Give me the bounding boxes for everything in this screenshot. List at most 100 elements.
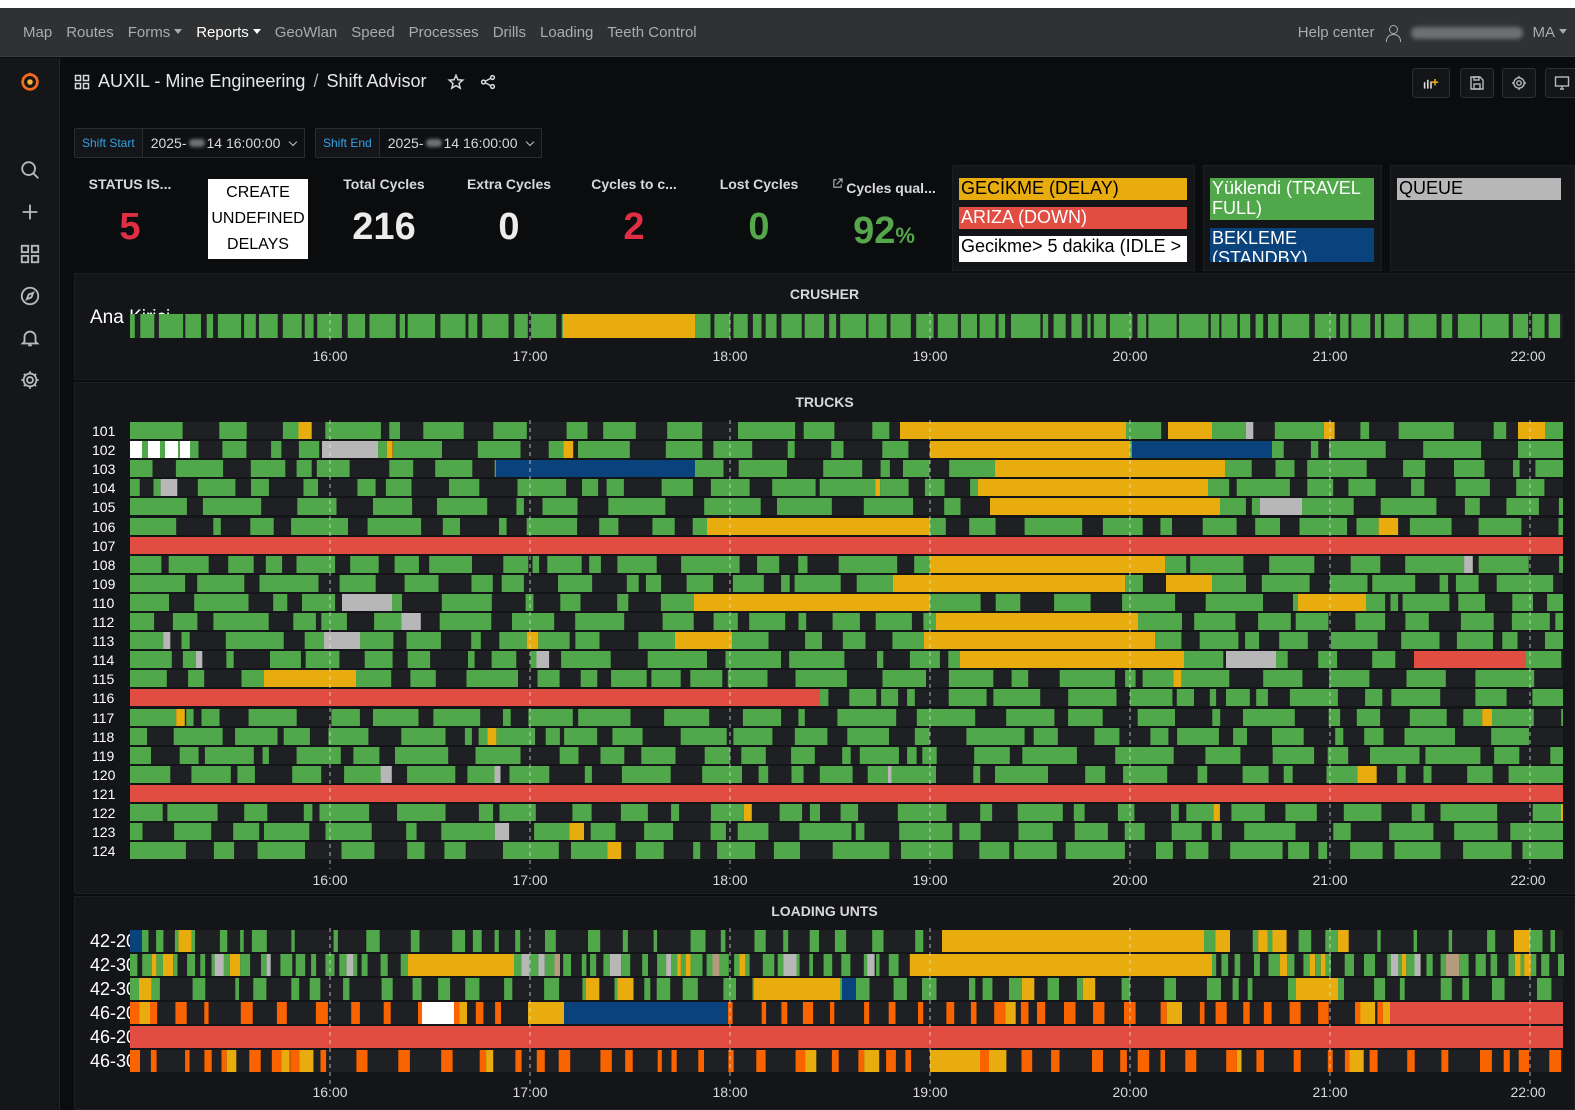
- time-tick-label: 18:00: [712, 1084, 748, 1100]
- truck-row-label: 121: [92, 786, 116, 802]
- nav-speed[interactable]: Speed: [344, 24, 401, 41]
- legend-delay-panel: GECİKME (DELAY) ARIZA (DOWN) Gecikme> 5 …: [952, 165, 1195, 271]
- truck-row-label: 120: [92, 767, 116, 783]
- user-menu[interactable]: MA: [1533, 24, 1567, 41]
- gear-icon[interactable]: [18, 368, 42, 392]
- dashboard-settings-button[interactable]: [1502, 68, 1536, 98]
- share-icon[interactable]: [479, 73, 497, 91]
- nav-loading[interactable]: Loading: [533, 24, 600, 41]
- time-tick-label: 19:00: [912, 872, 948, 888]
- time-tick-label: 16:00: [312, 1084, 348, 1100]
- dashboard-header: AUXIL - Mine Engineering / Shift Advisor: [60, 58, 1575, 116]
- cycles-quality-title: Cycles qual...: [846, 180, 936, 196]
- lost-cycles-value: 0: [748, 206, 770, 248]
- status-value: 5: [119, 206, 141, 248]
- top-navbar: Map Routes Forms Reports GeoWlan Speed P…: [0, 8, 1575, 57]
- time-tick-label: 16:00: [312, 348, 348, 364]
- apps-icon: [74, 74, 90, 90]
- truck-row-label: 118: [92, 729, 115, 745]
- add-panel-icon: [1423, 79, 1439, 89]
- shift-start-variable: Shift Start 2025- 14 16:00:00: [74, 128, 306, 158]
- save-icon: [1470, 76, 1484, 90]
- legend-queue-panel: QUEUE: [1390, 165, 1575, 271]
- cycles-to-value: 2: [623, 206, 645, 248]
- loaders-title: LOADING UNTS: [771, 903, 878, 919]
- nav-geowlan[interactable]: GeoWlan: [268, 24, 345, 41]
- shift-end-prefix: 2025-: [387, 135, 424, 151]
- tv-mode-button[interactable]: [1545, 68, 1575, 98]
- user-name-redacted: [1410, 26, 1523, 39]
- gear-icon: [1512, 76, 1526, 90]
- truck-row-label: 107: [92, 538, 116, 554]
- dashboards-icon[interactable]: [18, 242, 42, 266]
- truck-row-label: 124: [92, 843, 116, 859]
- nav-processes[interactable]: Processes: [402, 24, 486, 41]
- shift-start-prefix: 2025-: [150, 135, 187, 151]
- nav-routes[interactable]: Routes: [59, 24, 121, 41]
- sidebar: [0, 58, 60, 1110]
- legend-travel-panel: Yüklendi (TRAVEL FULL) BEKLEME (STANDBY): [1203, 165, 1382, 271]
- cycles-quality-unit: %: [895, 223, 915, 248]
- truck-row-label: 112: [92, 614, 115, 630]
- cycles-quality-title-row: Cycles qual...: [826, 176, 942, 196]
- time-tick-label: 20:00: [1112, 872, 1148, 888]
- shift-end-label: Shift End: [315, 128, 380, 158]
- cycles-to-panel: Cycles to c... 2: [580, 166, 688, 270]
- breadcrumb-folder[interactable]: AUXIL - Mine Engineering: [98, 71, 305, 92]
- truck-row-label: 123: [92, 824, 116, 840]
- time-tick-label: 21:00: [1312, 872, 1348, 888]
- shift-start-label: Shift Start: [74, 128, 143, 158]
- cycles-to-title: Cycles to c...: [591, 176, 677, 192]
- time-tick-label: 16:00: [312, 872, 348, 888]
- search-icon[interactable]: [18, 158, 42, 182]
- chevron-down-icon: [526, 137, 535, 146]
- shift-end-picker[interactable]: 2025- 14 16:00:00: [379, 128, 543, 158]
- user-icon[interactable]: [1385, 24, 1401, 42]
- create-undefined-delays-button[interactable]: CREATE UNDEFINED DELAYS: [208, 179, 308, 259]
- truck-row-label: 113: [92, 633, 115, 649]
- truck-row-label: 105: [92, 499, 116, 515]
- nav-reports-label: Reports: [196, 24, 249, 41]
- shift-start-picker[interactable]: 2025- 14 16:00:00: [142, 128, 306, 158]
- crusher-row-label: Ana Kirici: [90, 307, 171, 328]
- time-tick-label: 21:00: [1312, 1084, 1348, 1100]
- truck-row-label: 101: [92, 423, 116, 439]
- loader-row-label: 46-201: [90, 1003, 147, 1023]
- plus-icon[interactable]: [18, 200, 42, 224]
- loader-row-label: 42-201: [90, 931, 147, 951]
- truck-row-label: 103: [92, 461, 116, 477]
- legend-down: ARIZA (DOWN): [959, 207, 1187, 229]
- truck-row-label: 108: [92, 557, 116, 573]
- nav-forms[interactable]: Forms: [121, 24, 190, 41]
- shift-end-variable: Shift End 2025- 14 16:00:00: [315, 128, 543, 158]
- star-icon[interactable]: [446, 72, 465, 91]
- time-tick-label: 21:00: [1312, 348, 1348, 364]
- compass-icon[interactable]: [18, 284, 42, 308]
- loader-row-label: 46-202: [90, 1027, 147, 1047]
- truck-row-label: 119: [92, 748, 115, 764]
- grafana-logo-icon[interactable]: [18, 70, 42, 94]
- redacted-month: [188, 139, 205, 147]
- breadcrumb-separator: /: [313, 71, 319, 91]
- total-cycles-value: 216: [352, 206, 416, 248]
- cycles-quality-value: 92: [853, 210, 896, 252]
- nav-map[interactable]: Map: [16, 24, 59, 41]
- time-tick-label: 19:00: [912, 1084, 948, 1100]
- legend-idle: Gecikme> 5 dakika (IDLE > 5 min): [959, 236, 1187, 262]
- truck-row-label: 104: [92, 480, 116, 496]
- nav-teeth-control[interactable]: Teeth Control: [600, 24, 703, 41]
- add-panel-button[interactable]: [1412, 68, 1450, 98]
- dashboard-title[interactable]: Shift Advisor: [326, 71, 426, 92]
- total-cycles-panel: Total Cycles 216: [330, 166, 438, 270]
- crusher-panel: CRUSHER: [74, 273, 1575, 380]
- bell-icon[interactable]: [18, 326, 42, 350]
- help-center-link[interactable]: Help center: [1298, 24, 1375, 41]
- trucks-title: TRUCKS: [795, 394, 854, 410]
- nav-drills[interactable]: Drills: [486, 24, 533, 41]
- legend-travel-full: Yüklendi (TRAVEL FULL): [1210, 178, 1374, 220]
- nav-reports[interactable]: Reports: [189, 24, 268, 41]
- save-dashboard-button[interactable]: [1460, 68, 1494, 98]
- external-link-icon[interactable]: [832, 176, 843, 188]
- truck-row-label: 116: [92, 690, 115, 706]
- caret-down-icon: [174, 29, 183, 34]
